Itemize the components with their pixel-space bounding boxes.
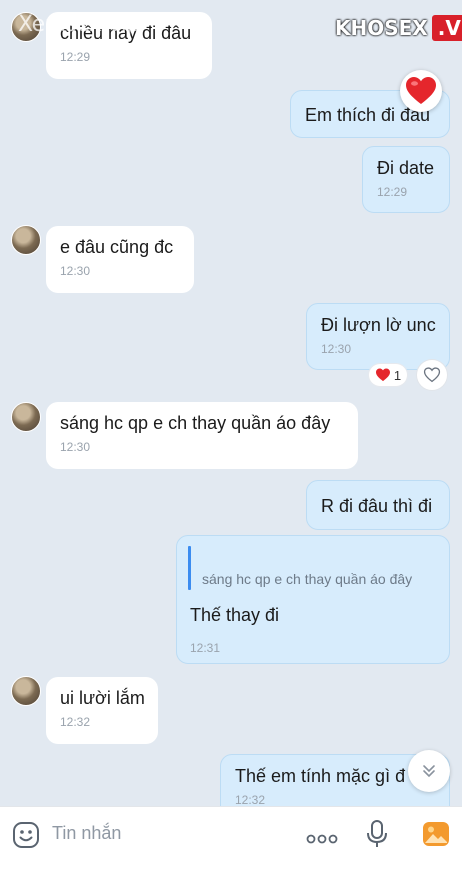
quoted-message-text[interactable]: sáng hc qp e ch thay quần áo đây xyxy=(202,571,412,587)
scroll-to-bottom-button[interactable] xyxy=(408,750,450,792)
message-bubble-outgoing[interactable]: R đi đâu thì đi xyxy=(306,480,450,530)
message-bubble-incoming[interactable]: sáng hc qp e ch thay quần áo đây 12:30 xyxy=(46,402,358,469)
message-text: Thế em tính mặc gì đ xyxy=(235,766,406,786)
message-text: R đi đâu thì đi xyxy=(321,496,433,516)
avatar[interactable] xyxy=(11,225,41,255)
reaction-heart-badge[interactable] xyxy=(400,70,442,112)
image-picker-button[interactable] xyxy=(422,821,450,852)
message-text: ui lười lắm xyxy=(60,688,145,708)
message-bubble-incoming[interactable]: e đâu cũng đc 12:30 xyxy=(46,226,194,293)
message-text: Thế thay đi xyxy=(190,605,280,625)
message-time: 12:31 xyxy=(190,641,221,655)
message-time: 12:29 xyxy=(60,50,91,64)
message-text: e đâu cũng đc xyxy=(60,237,174,257)
watermark-vip: .VIP xyxy=(431,15,462,41)
message-time: 12:30 xyxy=(321,342,352,356)
message-bubble-outgoing-reply[interactable]: Thế thay đi 12:31 xyxy=(176,535,450,664)
message-time: 12:30 xyxy=(60,264,91,278)
watermark-logo-right: KHOSEX .VIP xyxy=(335,15,462,41)
message-text: Đi lượn lờ unc xyxy=(321,315,436,335)
message-time: 12:32 xyxy=(235,793,266,806)
mic-icon xyxy=(367,820,387,847)
message-text: Đi date xyxy=(377,158,435,178)
heart-icon xyxy=(406,77,436,104)
chat-area[interactable]: chiều nay đi đâu 12:29 Xemsex.vip KHOSEX… xyxy=(0,0,462,806)
heart-icon xyxy=(375,368,390,382)
message-input[interactable]: Tin nhắn xyxy=(52,823,121,844)
heart-outline-icon xyxy=(423,367,441,383)
watermark-brand: KHOSEX xyxy=(335,16,428,40)
more-options-button[interactable] xyxy=(306,831,338,849)
reaction-count-pill[interactable]: 1 xyxy=(369,364,407,386)
message-bubble-outgoing[interactable]: Đi date 12:29 xyxy=(362,146,450,213)
watermark-logo-left: Xemsex.vip xyxy=(18,12,140,37)
message-bubble-incoming[interactable]: ui lười lắm 12:32 xyxy=(46,677,158,744)
emoji-button[interactable] xyxy=(12,821,40,854)
more-icon xyxy=(306,834,338,844)
quote-bar xyxy=(188,546,191,590)
composer-bar: Tin nhắn xyxy=(0,806,462,877)
voice-record-button[interactable] xyxy=(366,819,388,854)
chevron-double-down-icon xyxy=(423,765,435,778)
message-time: 12:32 xyxy=(60,715,91,729)
add-reaction-button[interactable] xyxy=(417,360,447,390)
message-time: 12:29 xyxy=(377,185,408,199)
message-time: 12:30 xyxy=(60,440,91,454)
message-text: sáng hc qp e ch thay quần áo đây xyxy=(60,413,331,433)
emoji-icon xyxy=(13,822,39,848)
image-icon xyxy=(423,822,449,846)
avatar[interactable] xyxy=(11,402,41,432)
reaction-count: 1 xyxy=(393,367,402,383)
avatar[interactable] xyxy=(11,676,41,706)
